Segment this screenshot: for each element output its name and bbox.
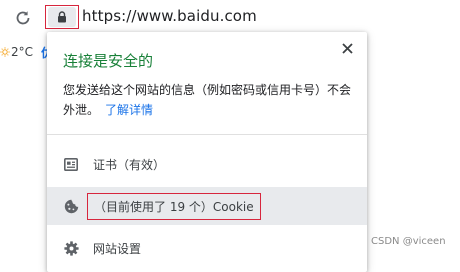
divider <box>47 134 367 135</box>
lock-icon <box>58 11 66 23</box>
weather-temperature: 2°C <box>11 45 34 59</box>
lock-icon-background <box>48 7 76 27</box>
popup-title: 连接是安全的 <box>63 52 154 70</box>
learn-more-link[interactable]: 了解详情 <box>105 103 153 117</box>
close-icon[interactable] <box>339 40 355 56</box>
site-settings-item[interactable]: 网站设置 <box>47 229 367 267</box>
site-info-popup: 连接是安全的 您发送给这个网站的信息（例如密码或信用卡号）不会外泄。 了解详情 证… <box>47 32 367 272</box>
site-info-button[interactable] <box>45 5 79 29</box>
weather-widget: 2°C 优 <box>0 42 53 62</box>
certificate-label: 证书（有效） <box>93 157 166 172</box>
site-settings-label: 网站设置 <box>93 241 142 256</box>
certificate-item[interactable]: 证书（有效） <box>47 145 367 183</box>
browser-toolbar: https://www.baidu.com <box>0 0 460 36</box>
watermark: CSDN @viceen <box>371 236 446 247</box>
address-bar-url[interactable]: https://www.baidu.com <box>82 7 257 25</box>
cookie-icon <box>63 198 79 214</box>
cookie-label: （目前使用了 19 个）Cookie <box>87 192 261 220</box>
reload-icon[interactable] <box>14 9 32 27</box>
sun-icon <box>0 47 10 57</box>
certificate-icon <box>63 156 79 172</box>
gear-icon <box>63 240 79 256</box>
cookie-item[interactable]: （目前使用了 19 个）Cookie <box>47 187 367 225</box>
popup-description: 您发送给这个网站的信息（例如密码或信用卡号）不会外泄。 了解详情 <box>63 80 355 120</box>
